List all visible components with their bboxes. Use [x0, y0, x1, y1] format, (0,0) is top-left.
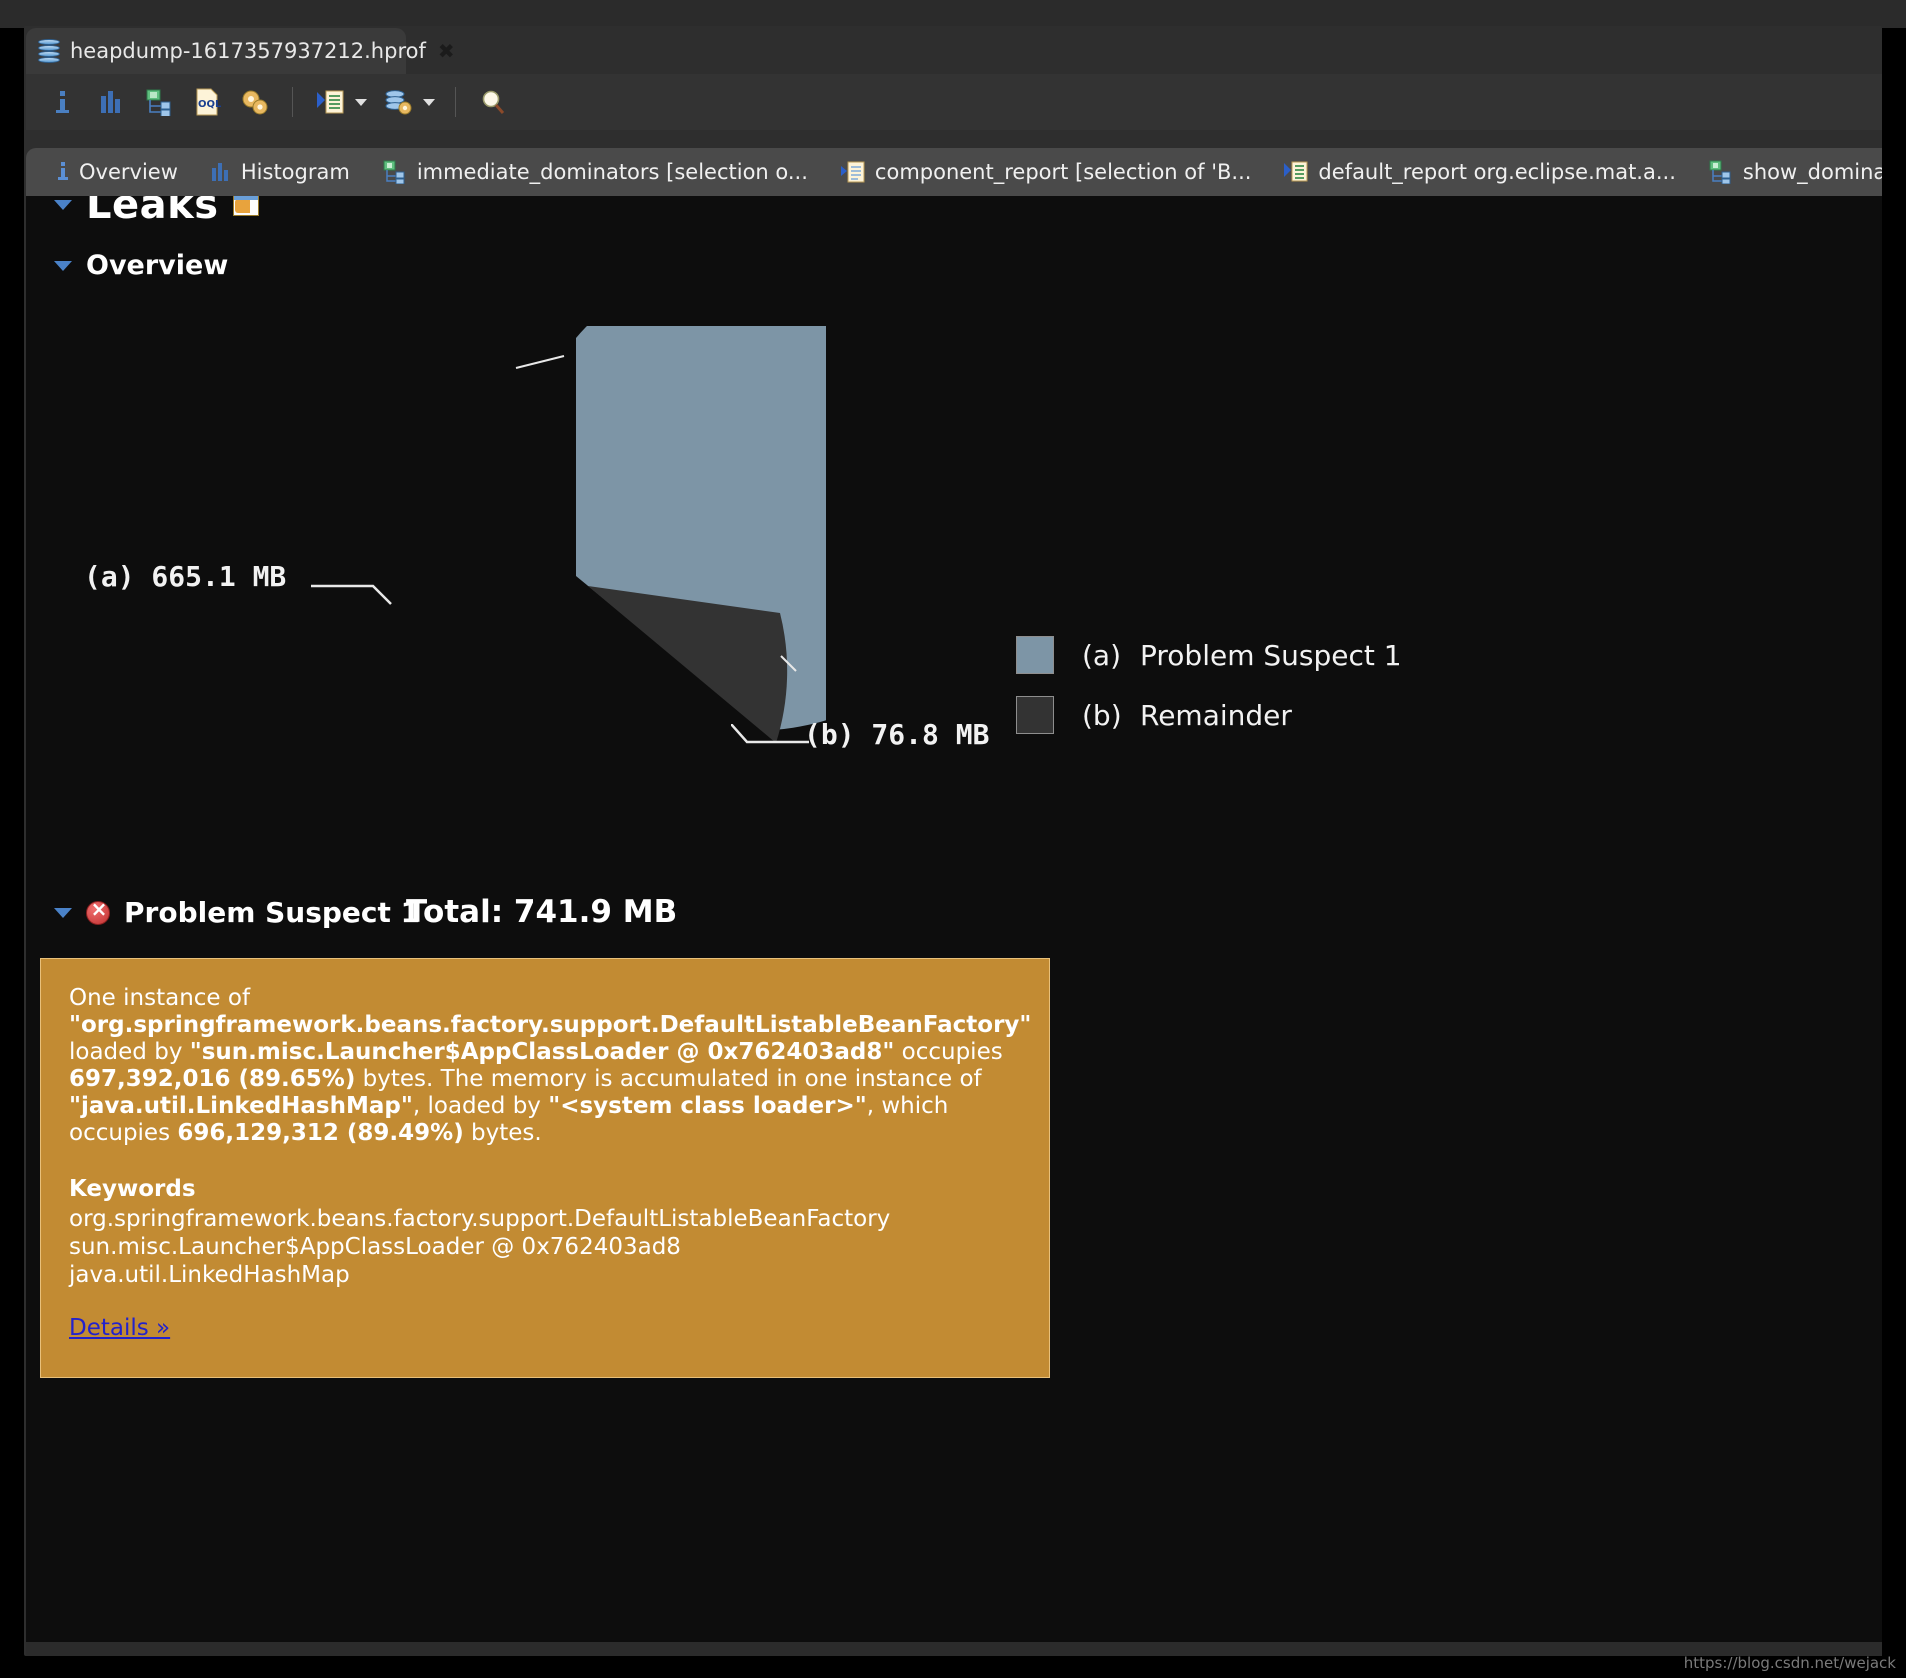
query-browser-button[interactable] [381, 85, 415, 119]
info-button[interactable] [46, 85, 80, 119]
chevron-down-icon[interactable] [54, 907, 72, 918]
oql-icon: OQL [196, 88, 221, 116]
legend-text-b: Remainder [1140, 698, 1292, 732]
leaks-icon [232, 196, 259, 216]
pie-legend: (a) Problem Suspect 1 (b) Remainder [1016, 636, 1402, 756]
tab-show-dominators[interactable]: show_dominato [1692, 148, 1882, 196]
tab-histogram-label: Histogram [240, 160, 350, 184]
toolbar: OQL [26, 74, 1882, 130]
details-link[interactable]: Details » [69, 1315, 170, 1341]
watermark: https://blog.csdn.net/wejack [1683, 1654, 1896, 1672]
tab-histogram[interactable]: Histogram [194, 148, 366, 196]
query-browser-caret-icon[interactable] [423, 98, 435, 106]
run-report-icon [317, 90, 344, 114]
leader-line-a [515, 355, 565, 369]
app-root: heapdump-1617357937212.hprof ✖ OQL Overv… [0, 0, 1906, 1678]
histogram-button[interactable] [94, 85, 128, 119]
report-content: Leaks Overview (a) 665.1 MB (b) 76.8 MB … [26, 196, 1882, 1656]
tab-overview[interactable]: Overview [40, 148, 194, 196]
window-top-strip [0, 0, 1906, 28]
toolbar-separator [292, 87, 293, 117]
thread-overview-button[interactable] [238, 85, 272, 119]
keyword-item: sun.misc.Launcher$AppClassLoader @ 0x762… [69, 1234, 681, 1261]
close-icon[interactable]: ✖ [438, 41, 455, 61]
tab-immediate-dominators[interactable]: immediate_dominators [selection o... [366, 148, 824, 196]
run-report-icon [1284, 161, 1308, 182]
heapdump-icon [38, 39, 60, 63]
callout-line-a [311, 584, 392, 605]
pie-label-a: (a) 665.1 MB [84, 560, 287, 593]
search-button[interactable] [476, 85, 510, 119]
problem-suspect-paragraph: One instance of "org.springframework.bea… [69, 985, 1032, 1146]
window-bottom-strip [26, 1642, 1882, 1656]
section-header-problem-suspect[interactable]: Problem Suspect 1 [54, 896, 420, 929]
histogram-icon [211, 163, 228, 181]
pie-total-label: Total: 741.9 MB [406, 894, 678, 930]
tab-show-dominators-label: show_dominato [1742, 160, 1882, 184]
result-tab-bar: Overview Histogram immediate_dominators … [26, 148, 1882, 196]
report-icon [840, 161, 865, 183]
keywords-title: Keywords [69, 1176, 196, 1203]
info-icon [56, 91, 69, 113]
chevron-down-icon[interactable] [54, 200, 72, 210]
section-title-overview: Overview [86, 250, 229, 281]
legend-swatch-b [1016, 696, 1054, 734]
oql-button[interactable]: OQL [190, 85, 224, 119]
dominator-tree-button[interactable] [142, 85, 176, 119]
gears-icon [242, 90, 268, 115]
legend-item-b: (b) Remainder [1016, 696, 1402, 734]
keyword-item: java.util.LinkedHashMap [69, 1261, 350, 1288]
legend-item-a: (a) Problem Suspect 1 [1016, 636, 1402, 674]
tab-default-report[interactable]: default_report org.eclipse.mat.a... [1267, 148, 1691, 196]
section-title-problem-suspect: Problem Suspect 1 [124, 896, 421, 929]
dominator-tree-icon [383, 160, 405, 184]
error-icon [86, 897, 111, 925]
tab-component-report[interactable]: component_report [selection of 'B... [824, 148, 1268, 196]
tab-immediate-dominators-label: immediate_dominators [selection o... [416, 160, 808, 184]
tab-overview-label: Overview [79, 160, 178, 184]
section-header-overview[interactable]: Overview [54, 250, 228, 281]
histogram-icon [101, 91, 120, 113]
toolbar-separator-2 [455, 87, 456, 117]
leak-suspects-pie-chart: (a) 665.1 MB (b) 76.8 MB Total: 741.9 MB… [26, 254, 1882, 1066]
run-report-button[interactable] [313, 85, 347, 119]
legend-key-a: (a) [1082, 638, 1122, 672]
section-title-leaks: Leaks [86, 196, 219, 228]
tab-default-report-label: default_report org.eclipse.mat.a... [1318, 160, 1676, 184]
legend-key-b: (b) [1082, 698, 1122, 732]
tab-component-report-label: component_report [selection of 'B... [874, 160, 1252, 184]
legend-text-a: Problem Suspect 1 [1140, 638, 1402, 672]
svg-text:OQL: OQL [198, 99, 221, 110]
run-report-caret-icon[interactable] [355, 98, 367, 106]
dominator-tree-icon [146, 89, 171, 116]
keyword-item: org.springframework.beans.factory.suppor… [69, 1206, 891, 1233]
problem-suspect-description-box: One instance of "org.springframework.bea… [40, 958, 1050, 1378]
legend-label-a: (a) Problem Suspect 1 [1082, 639, 1402, 672]
search-icon [482, 90, 505, 114]
editor-tab-heapdump[interactable]: heapdump-1617357937212.hprof ✖ [26, 28, 455, 74]
chevron-down-icon[interactable] [54, 260, 72, 271]
editor-tab-label: heapdump-1617357937212.hprof [70, 39, 426, 63]
heap-gear-icon [385, 90, 412, 115]
section-header-leaks[interactable]: Leaks [54, 196, 259, 228]
pie-label-b: (b) 76.8 MB [804, 718, 990, 751]
dominator-tree-icon [1709, 160, 1731, 184]
legend-label-b: (b) Remainder [1082, 699, 1292, 732]
legend-swatch-a [1016, 636, 1054, 674]
info-icon [58, 162, 68, 180]
